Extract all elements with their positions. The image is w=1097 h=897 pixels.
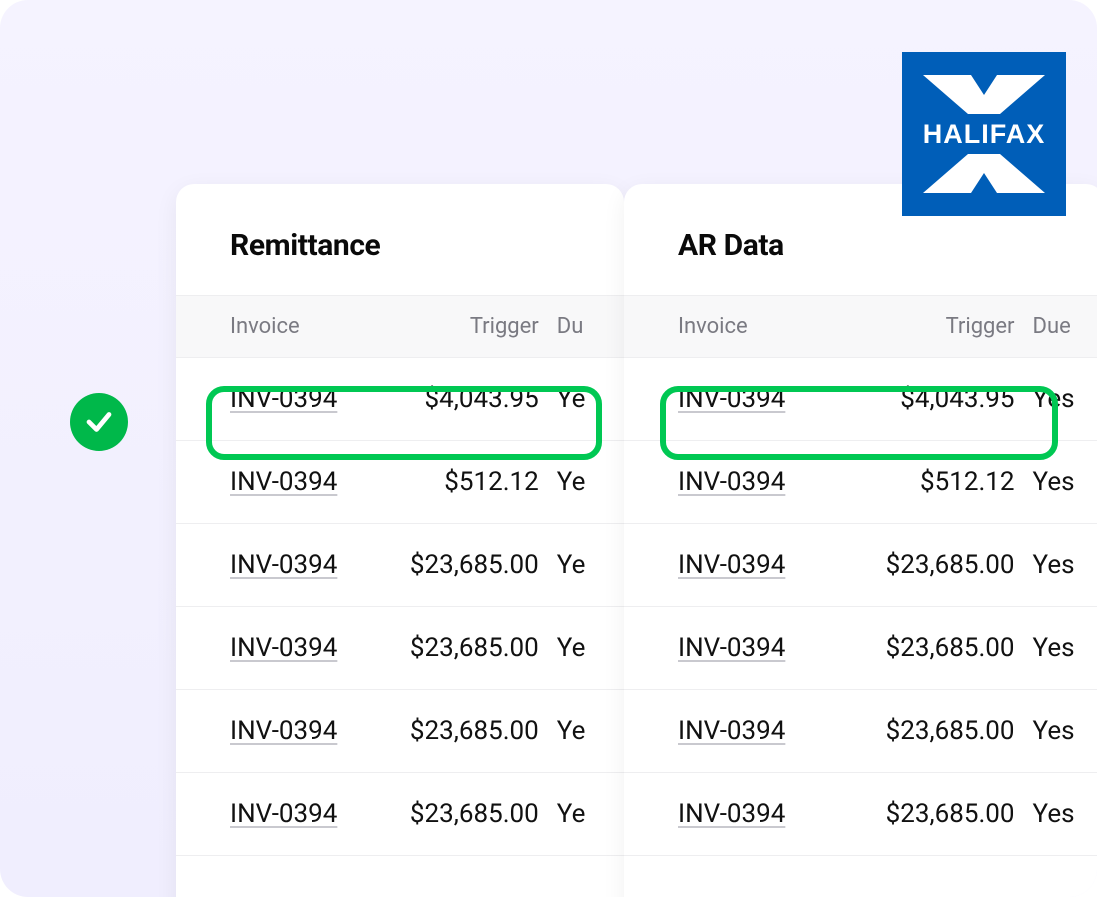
due-cell: Yes (1015, 384, 1084, 414)
invoice-cell[interactable]: INV-0394 (678, 799, 856, 829)
svg-text:HALIFAX: HALIFAX (923, 119, 1046, 149)
invoice-cell[interactable]: INV-0394 (230, 633, 393, 663)
trigger-cell: $23,685.00 (856, 550, 1014, 580)
due-cell: Yes (1015, 550, 1084, 580)
trigger-cell: $23,685.00 (393, 550, 538, 580)
invoice-cell[interactable]: INV-0394 (678, 550, 856, 580)
match-check-badge (70, 393, 128, 451)
trigger-cell: $23,685.00 (393, 799, 538, 829)
table-row[interactable]: INV-0394 $23,685.00 Yes (624, 607, 1097, 690)
due-cell: Ye (539, 716, 604, 746)
trigger-cell: $4,043.95 (393, 384, 538, 414)
invoice-cell[interactable]: INV-0394 (678, 467, 856, 497)
invoice-cell[interactable]: INV-0394 (678, 716, 856, 746)
ardata-header-row: Invoice Trigger Due (624, 295, 1097, 358)
remittance-col-header-trigger: Trigger (393, 314, 538, 339)
table-row[interactable]: INV-0394 $23,685.00 Ye (176, 690, 624, 773)
remittance-panel: Remittance Invoice Trigger Du INV-0394 $… (176, 184, 624, 897)
ardata-panel: AR Data Invoice Trigger Due INV-0394 $4,… (624, 184, 1097, 897)
halifax-logo-icon: HALIFAX (913, 63, 1055, 205)
table-row[interactable]: INV-0394 $512.12 Yes (624, 441, 1097, 524)
table-row[interactable]: INV-0394 $23,685.00 Ye (176, 607, 624, 690)
due-cell: Ye (539, 467, 604, 497)
table-row[interactable]: INV-0394 $23,685.00 Ye (176, 524, 624, 607)
trigger-cell: $512.12 (856, 467, 1014, 497)
background-canvas: HALIFAX Remittance Invoice Trigger Du IN… (0, 0, 1097, 897)
invoice-cell[interactable]: INV-0394 (678, 633, 856, 663)
due-cell: Yes (1015, 799, 1084, 829)
table-row[interactable]: INV-0394 $23,685.00 Ye (176, 773, 624, 856)
table-row[interactable]: INV-0394 $512.12 Ye (176, 441, 624, 524)
trigger-cell: $4,043.95 (856, 384, 1014, 414)
due-cell: Ye (539, 384, 604, 414)
due-cell: Ye (539, 550, 604, 580)
trigger-cell: $23,685.00 (856, 633, 1014, 663)
trigger-cell: $23,685.00 (393, 633, 538, 663)
due-cell: Yes (1015, 467, 1084, 497)
invoice-cell[interactable]: INV-0394 (230, 467, 393, 497)
table-row[interactable]: INV-0394 $4,043.95 Ye (176, 358, 624, 441)
trigger-cell: $23,685.00 (856, 799, 1014, 829)
remittance-rows: INV-0394 $4,043.95 Ye INV-0394 $512.12 Y… (176, 358, 624, 856)
due-cell: Ye (539, 633, 604, 663)
remittance-title: Remittance (176, 184, 624, 295)
table-row[interactable]: INV-0394 $23,685.00 Yes (624, 773, 1097, 856)
invoice-cell[interactable]: INV-0394 (230, 716, 393, 746)
ardata-col-header-trigger: Trigger (856, 314, 1014, 339)
remittance-col-header-due: Du (539, 314, 604, 339)
halifax-logo: HALIFAX (902, 52, 1066, 216)
invoice-cell[interactable]: INV-0394 (678, 384, 856, 414)
trigger-cell: $23,685.00 (856, 716, 1014, 746)
check-icon (84, 407, 114, 437)
due-cell: Yes (1015, 716, 1084, 746)
ardata-col-header-invoice: Invoice (678, 314, 856, 339)
table-row[interactable]: INV-0394 $23,685.00 Yes (624, 524, 1097, 607)
table-row[interactable]: INV-0394 $4,043.95 Yes (624, 358, 1097, 441)
due-cell: Yes (1015, 633, 1084, 663)
trigger-cell: $512.12 (393, 467, 538, 497)
ardata-col-header-due: Due (1015, 314, 1084, 339)
remittance-col-header-invoice: Invoice (230, 314, 393, 339)
invoice-cell[interactable]: INV-0394 (230, 384, 393, 414)
invoice-cell[interactable]: INV-0394 (230, 550, 393, 580)
table-row[interactable]: INV-0394 $23,685.00 Yes (624, 690, 1097, 773)
remittance-header-row: Invoice Trigger Du (176, 295, 624, 358)
invoice-cell[interactable]: INV-0394 (230, 799, 393, 829)
trigger-cell: $23,685.00 (393, 716, 538, 746)
due-cell: Ye (539, 799, 604, 829)
ardata-rows: INV-0394 $4,043.95 Yes INV-0394 $512.12 … (624, 358, 1097, 856)
